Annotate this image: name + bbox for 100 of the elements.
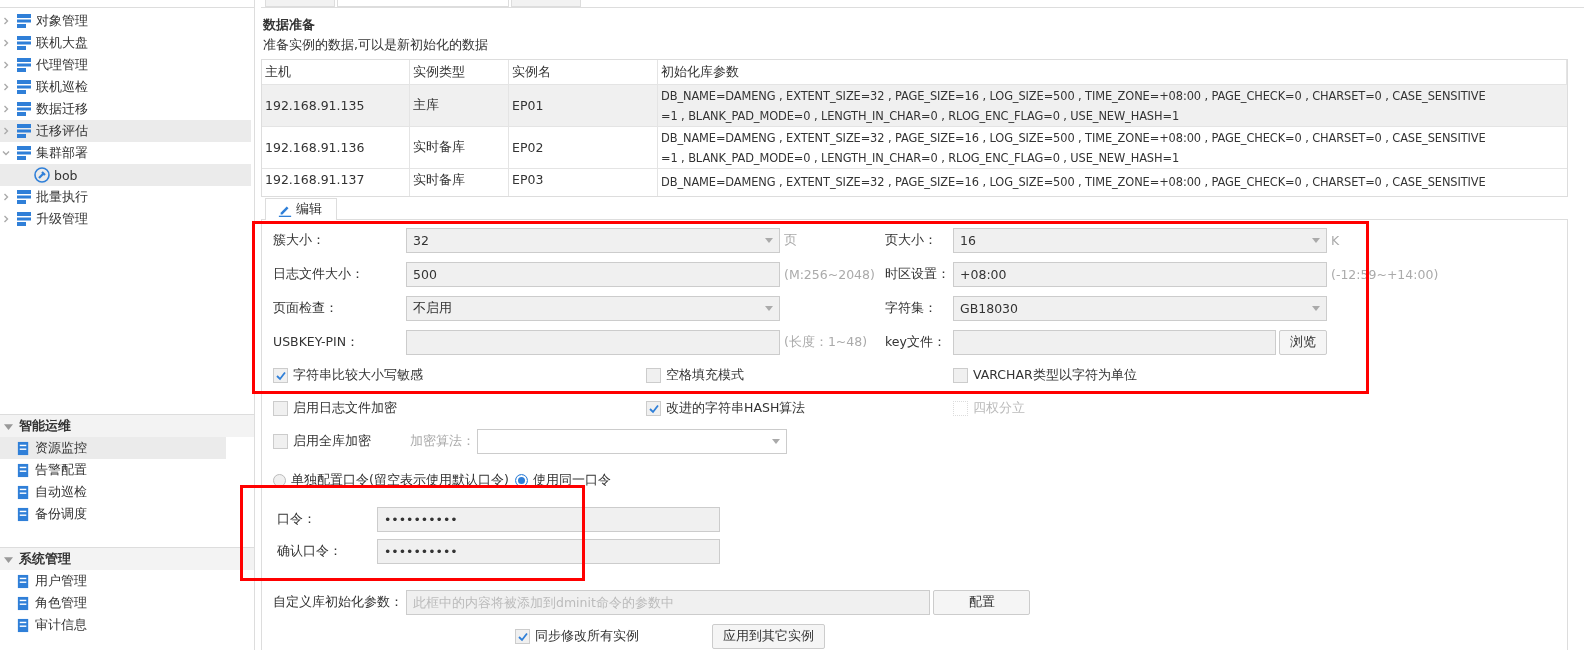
chevron-right-icon[interactable]: [2, 17, 10, 25]
input-field[interactable]: [406, 330, 780, 355]
checkbox-label: 四权分立: [973, 400, 1025, 417]
table-cell: EP01: [509, 85, 658, 126]
caret-icon: [772, 439, 780, 444]
dropdown[interactable]: [477, 429, 787, 454]
tree-item[interactable]: 集群部署: [0, 142, 251, 164]
table-cell-text: DB_NAME=DAMENG , EXTENT_SIZE=32 , PAGE_SIZE=16 , LOG_SIZE=500 , TIME_ZONE=+08:00 , PAGE_CHECK=0 , CHARSET=0 , CASE_SENSITIVE: [661, 174, 1486, 191]
table-row[interactable]: [262, 127, 1567, 169]
configure-button[interactable]: 配置: [933, 590, 1030, 615]
input-field[interactable]: 500: [406, 262, 780, 287]
menu-item[interactable]: 审计信息: [0, 614, 226, 636]
checkbox[interactable]: [273, 368, 288, 383]
checkbox-label: 字符串比较大小写敏感: [293, 367, 423, 384]
input-field[interactable]: +08:00: [953, 262, 1327, 287]
list-icon: [16, 123, 32, 139]
table-row[interactable]: [262, 85, 1567, 127]
password-field[interactable]: ••••••••••: [377, 507, 720, 532]
checkbox-label: 改进的字符串HASH算法: [666, 400, 806, 417]
table-cell: 实时备库: [410, 127, 509, 168]
menu-item[interactable]: 告警配置: [0, 459, 226, 481]
tab[interactable]: [265, 0, 335, 7]
field-label: key文件：: [885, 334, 947, 351]
checkbox-label: 启用全库加密: [293, 433, 371, 450]
browse-button[interactable]: 浏览: [1279, 330, 1327, 355]
chevron-down-icon[interactable]: [2, 149, 10, 157]
group-header[interactable]: 智能运维: [0, 414, 254, 437]
document-icon: [16, 462, 31, 478]
chevron-right-icon[interactable]: [2, 105, 10, 113]
table-cell: 主库: [410, 85, 509, 126]
field-label: 簇大小：: [273, 232, 326, 249]
caret-icon: [1312, 306, 1320, 311]
field-label: 日志文件大小：: [273, 266, 365, 283]
field-label: 加密算法：: [410, 433, 475, 450]
checkbox[interactable]: [646, 401, 661, 416]
tree-item[interactable]: 对象管理: [0, 10, 251, 32]
checkbox-label: 同步修改所有实例: [535, 628, 639, 645]
caret-icon: [765, 306, 773, 311]
password-field[interactable]: ••••••••••: [377, 539, 720, 564]
tree-item[interactable]: 迁移评估: [0, 120, 251, 142]
list-icon: [16, 101, 32, 117]
document-icon: [16, 573, 31, 589]
chevron-right-icon[interactable]: [2, 83, 10, 91]
document-icon: [16, 595, 31, 611]
caret-icon: [1312, 238, 1320, 243]
menu-item[interactable]: 资源监控: [0, 437, 226, 459]
tree-item[interactable]: bob: [0, 164, 251, 186]
tree-item[interactable]: 联机大盘: [0, 32, 251, 54]
field-label: 自定义库初始化参数：: [273, 594, 404, 611]
input-field[interactable]: [953, 330, 1276, 355]
checkbox[interactable]: [953, 368, 968, 383]
tab[interactable]: [337, 0, 509, 7]
table-cell: 192.168.91.135: [262, 85, 410, 126]
checkbox[interactable]: [273, 401, 288, 416]
checkbox[interactable]: [273, 434, 288, 449]
menu-item[interactable]: 角色管理: [0, 592, 226, 614]
list-icon: [16, 189, 32, 205]
dropdown[interactable]: 32: [406, 228, 780, 253]
list-icon: [16, 35, 32, 51]
checkbox[interactable]: [646, 368, 661, 383]
chevron-right-icon[interactable]: [2, 215, 10, 223]
list-icon: [16, 145, 32, 161]
tree-item[interactable]: 数据迁移: [0, 98, 251, 120]
tree-item[interactable]: 代理管理: [0, 54, 251, 76]
list-icon: [16, 79, 32, 95]
menu-item[interactable]: 用户管理: [0, 570, 226, 592]
table-cell: 192.168.91.136: [262, 127, 410, 168]
chevron-right-icon[interactable]: [2, 39, 10, 47]
document-icon: [16, 506, 31, 522]
table-cell-text: DB_NAME=DAMENG , EXTENT_SIZE=32 , PAGE_SIZE=16 , LOG_SIZE=500 , TIME_ZONE=+08:00 , PAGE_CHECK=0 , CHARSET=0 , CASE_SENSITIVE: [661, 87, 1486, 105]
field-label: 字符集：: [885, 300, 938, 317]
menu-item[interactable]: 备份调度: [0, 503, 226, 525]
column-header: 初始化库参数: [658, 60, 1567, 84]
group-header[interactable]: 系统管理: [0, 547, 254, 570]
chevron-right-icon[interactable]: [2, 61, 10, 69]
checkbox[interactable]: [515, 629, 530, 644]
dropdown[interactable]: 16: [953, 228, 1327, 253]
field-label: 页面检查：: [273, 300, 339, 317]
tree-item[interactable]: 升级管理: [0, 208, 251, 230]
tab[interactable]: [511, 0, 581, 7]
column-header: 实例类型: [410, 60, 509, 84]
wrench-icon: [34, 167, 50, 183]
dropdown[interactable]: 不启用: [406, 296, 780, 321]
tree-item[interactable]: 联机巡检: [0, 76, 251, 98]
field-label: USBKEY-PIN：: [273, 334, 360, 351]
field-label: 时区设置：: [885, 266, 951, 283]
list-icon: [16, 13, 32, 29]
triangle-down-icon: [4, 554, 13, 564]
edit-tab[interactable]: 编辑: [265, 198, 337, 220]
section-title: 数据准备: [263, 17, 316, 34]
chevron-right-icon[interactable]: [2, 193, 10, 201]
chevron-right-icon[interactable]: [2, 127, 10, 135]
document-icon: [16, 484, 31, 500]
check-icon: [274, 369, 287, 382]
field-label: 页大小：: [885, 232, 938, 249]
dropdown[interactable]: GB18030: [953, 296, 1327, 321]
tree-item[interactable]: 批量执行: [0, 186, 251, 208]
table-cell-text: DB_NAME=DAMENG , EXTENT_SIZE=32 , PAGE_SIZE=16 , LOG_SIZE=500 , TIME_ZONE=+08:00 , PAGE_CHECK=0 , CHARSET=0 , CASE_SENSITIVE: [661, 129, 1486, 147]
menu-item[interactable]: 自动巡检: [0, 481, 226, 503]
apply-button[interactable]: 应用到其它实例: [712, 624, 825, 649]
